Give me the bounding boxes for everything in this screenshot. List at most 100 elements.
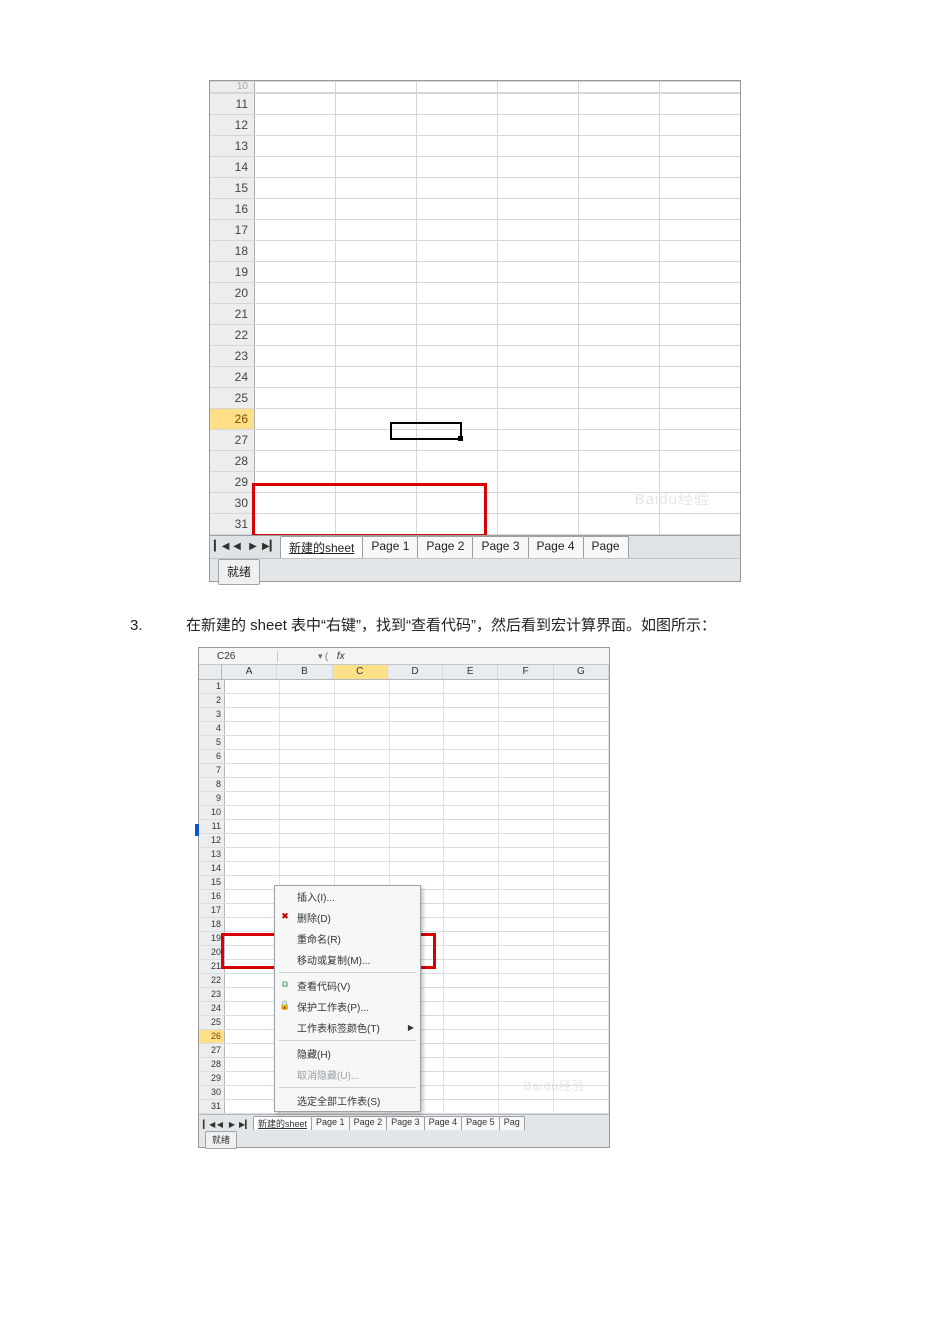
cell[interactable] (554, 694, 609, 707)
cell[interactable] (499, 862, 554, 875)
row-header[interactable]: 4 (199, 722, 225, 735)
cell[interactable] (499, 946, 554, 959)
cell[interactable] (554, 1044, 609, 1057)
cell[interactable] (499, 1072, 554, 1085)
row-header[interactable]: 16 (210, 199, 255, 219)
cell[interactable] (336, 451, 417, 471)
cell[interactable] (336, 409, 417, 429)
row-header[interactable]: 30 (199, 1086, 225, 1099)
sheet-tab[interactable]: Page 4 (424, 1116, 463, 1130)
cell[interactable] (554, 722, 609, 735)
cell[interactable] (498, 409, 579, 429)
cell[interactable] (660, 136, 740, 156)
cell[interactable] (498, 493, 579, 513)
cell[interactable] (280, 680, 335, 693)
cell[interactable] (417, 388, 498, 408)
column-header[interactable]: B (277, 665, 332, 679)
cell[interactable] (499, 876, 554, 889)
nav-next-icon[interactable]: ▶ (227, 1118, 237, 1128)
row-header[interactable]: 22 (210, 325, 255, 345)
cell[interactable] (255, 346, 336, 366)
cell[interactable] (579, 451, 660, 471)
cell[interactable] (660, 451, 740, 471)
context-menu-item[interactable]: 插入(I)... (275, 886, 420, 907)
cell[interactable] (499, 764, 554, 777)
row-header[interactable]: 15 (199, 876, 225, 889)
cell[interactable] (579, 493, 660, 513)
cell[interactable] (498, 199, 579, 219)
column-header[interactable]: C (333, 665, 388, 679)
cell[interactable] (335, 834, 390, 847)
cell[interactable] (255, 514, 336, 534)
context-menu-item[interactable]: 选定全部工作表(S) (275, 1090, 420, 1111)
cell[interactable] (390, 764, 445, 777)
cell[interactable] (255, 115, 336, 135)
cell[interactable] (444, 932, 499, 945)
cell[interactable] (336, 493, 417, 513)
cell[interactable] (579, 367, 660, 387)
cell[interactable] (280, 736, 335, 749)
cell[interactable] (225, 778, 280, 791)
cell[interactable] (554, 764, 609, 777)
cell[interactable] (280, 848, 335, 861)
nav-last-icon[interactable]: ▶▎ (239, 1118, 249, 1128)
row-header[interactable]: 29 (199, 1072, 225, 1085)
cell[interactable] (255, 325, 336, 345)
cell[interactable] (255, 493, 336, 513)
cell[interactable] (444, 736, 499, 749)
row-header[interactable]: 20 (199, 946, 225, 959)
cell[interactable] (444, 1100, 499, 1113)
cell[interactable] (444, 988, 499, 1001)
cell[interactable] (579, 346, 660, 366)
row-header[interactable]: 19 (199, 932, 225, 945)
cell[interactable] (225, 764, 280, 777)
cell[interactable] (335, 778, 390, 791)
row-header[interactable]: 31 (210, 514, 255, 534)
cell[interactable] (499, 736, 554, 749)
cell[interactable] (225, 904, 280, 917)
cell[interactable] (498, 283, 579, 303)
row-header[interactable]: 23 (210, 346, 255, 366)
cell[interactable] (660, 430, 740, 450)
cell[interactable] (444, 764, 499, 777)
cell[interactable] (660, 157, 740, 177)
nav-first-icon[interactable]: ▎◀ (203, 1118, 213, 1128)
sheet-tab[interactable]: 新建的sheet (280, 536, 363, 558)
cell[interactable] (554, 1072, 609, 1085)
cell[interactable] (225, 736, 280, 749)
cell[interactable] (336, 199, 417, 219)
cell[interactable] (225, 1016, 280, 1029)
cell[interactable] (280, 722, 335, 735)
cell[interactable] (554, 1100, 609, 1113)
cell[interactable] (579, 157, 660, 177)
sheet-tab[interactable]: Pag (499, 1116, 525, 1130)
row-header[interactable]: 13 (199, 848, 225, 861)
cell[interactable] (336, 220, 417, 240)
cell[interactable] (225, 960, 280, 973)
cell[interactable] (255, 262, 336, 282)
cell[interactable] (280, 694, 335, 707)
row-header[interactable]: 21 (199, 960, 225, 973)
cell[interactable] (498, 346, 579, 366)
row-header[interactable]: 10 (199, 806, 225, 819)
cell[interactable] (335, 708, 390, 721)
cell[interactable] (444, 960, 499, 973)
cell[interactable] (499, 820, 554, 833)
cell[interactable] (417, 262, 498, 282)
cell[interactable] (444, 820, 499, 833)
cell[interactable] (499, 1030, 554, 1043)
cell[interactable] (255, 367, 336, 387)
row-header[interactable]: 18 (199, 918, 225, 931)
cell[interactable] (660, 115, 740, 135)
cell[interactable] (579, 409, 660, 429)
cell[interactable] (255, 241, 336, 261)
cell[interactable] (225, 946, 280, 959)
cell[interactable] (335, 694, 390, 707)
cell[interactable] (225, 876, 280, 889)
cell[interactable] (417, 157, 498, 177)
cell[interactable] (444, 806, 499, 819)
row-header[interactable]: 11 (210, 94, 255, 114)
cell[interactable] (660, 199, 740, 219)
cell[interactable] (336, 262, 417, 282)
cell[interactable] (225, 806, 280, 819)
